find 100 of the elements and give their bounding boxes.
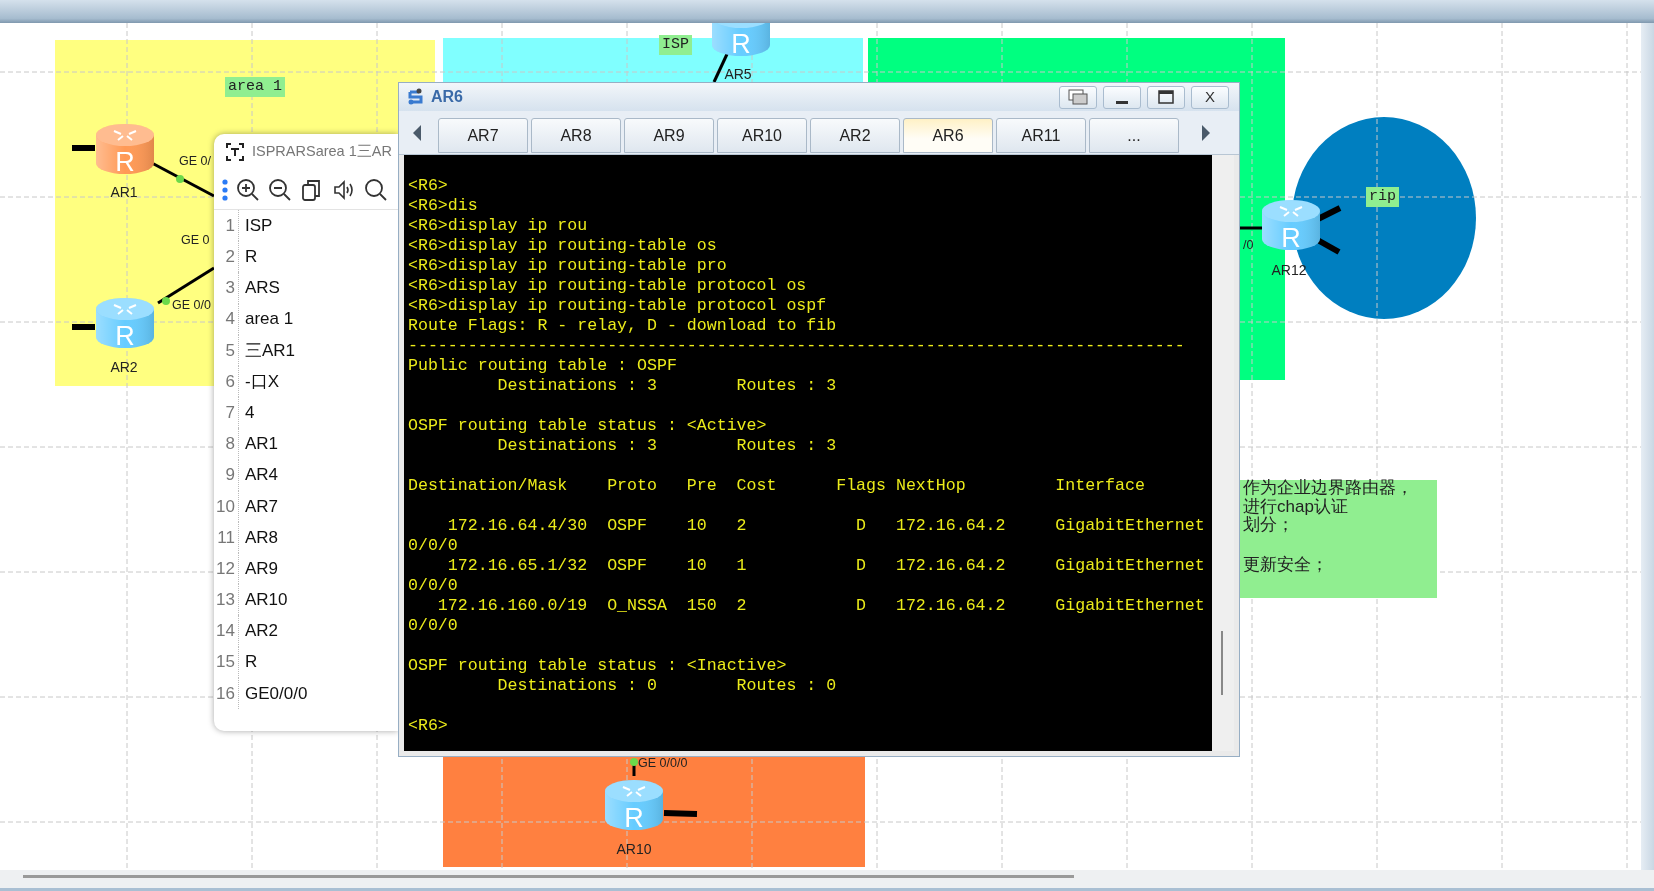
recognized-text-line: AR7 <box>244 495 279 518</box>
line-number: 11 <box>216 526 236 549</box>
device-tab[interactable]: ... <box>1089 118 1179 153</box>
port-label: GE 0/ <box>179 154 211 168</box>
console-line: <R6>display ip routing-table pro <box>408 256 727 276</box>
maximize-button[interactable] <box>1147 85 1185 109</box>
line-number: 14 <box>215 620 236 643</box>
recognized-text-line: AR1 <box>244 433 279 456</box>
console-line: Public routing table : OSPF <box>408 356 677 376</box>
line-number: 3 <box>224 277 236 300</box>
line-number: 13 <box>215 589 236 612</box>
area-label: rip <box>1366 187 1399 207</box>
close-button[interactable]: X <box>1191 85 1229 109</box>
console-line: 0/0/0 <box>408 536 458 556</box>
recognized-text-line: R <box>244 651 258 674</box>
line-number: 6 <box>224 370 236 393</box>
console-line: 172.16.160.0/19 O_NSSA 150 2 D 172.16.64.2 GigabitEthernet <box>436 596 1205 616</box>
port-label: GE 0/0 <box>172 298 211 312</box>
more-options-icon[interactable] <box>222 178 228 201</box>
console-line: 0/0/0 <box>408 616 458 636</box>
window-title: AR6 <box>431 87 463 107</box>
console-line: 0/0/0 <box>408 576 458 596</box>
console-line: OSPF routing table status : <Active> <box>408 416 767 436</box>
search-icon[interactable] <box>364 177 388 202</box>
device-tab[interactable]: AR6 <box>903 118 993 153</box>
line-number: 8 <box>224 433 236 456</box>
console-line: <R6>dis <box>408 196 478 216</box>
minimize-icon <box>1116 100 1128 104</box>
recognized-text-line: GE0/0/0 <box>244 682 308 705</box>
scrollbar-thumb[interactable] <box>1221 631 1223 695</box>
link-line <box>72 324 95 330</box>
note-text: 更新安全； <box>1243 555 1328 574</box>
recognized-text-line: AR10 <box>244 589 288 612</box>
router-label: AR10 <box>616 841 652 857</box>
link-line <box>1240 226 1262 230</box>
recognized-text-line: AR4 <box>244 464 279 487</box>
horizontal-scrollbar[interactable] <box>23 875 1074 878</box>
line-number: 15 <box>215 651 236 674</box>
recognized-text-line: 4 <box>244 401 255 424</box>
vertical-scrollbar[interactable] <box>1212 155 1234 751</box>
device-tab[interactable]: AR7 <box>438 118 528 153</box>
port-label: GE 0 <box>181 233 210 247</box>
scroll-right-icon[interactable] <box>1200 123 1212 142</box>
note-text: 划分； <box>1243 515 1294 534</box>
console-line: 172.16.65.1/32 OSPF 10 1 D 172.16.64.2 GigabitEthernet <box>446 556 1205 576</box>
zoom-out-icon[interactable] <box>268 177 292 202</box>
line-number: 9 <box>224 464 236 487</box>
port-dot <box>162 297 170 305</box>
recognized-text-line: 三AR1 <box>244 339 296 362</box>
console-line: <R6>display ip routing-table os <box>408 236 717 256</box>
port-dot <box>630 758 638 766</box>
speaker-icon[interactable] <box>332 177 356 202</box>
console-line: OSPF routing table status : <Inactive> <box>408 656 787 676</box>
console-line: Destination/Mask Proto Pre Cost Flags NextHop Interface <box>408 476 1145 496</box>
device-tab[interactable]: AR10 <box>717 118 807 153</box>
panel-title: ISPRARSarea 1三AR <box>252 142 392 162</box>
console-line: Destinations : 3 Routes : 3 <box>496 376 837 396</box>
recognized-text-line: AR8 <box>244 526 279 549</box>
console-line: Destinations : 0 Routes : 0 <box>496 676 837 696</box>
restore-button[interactable] <box>1059 85 1097 109</box>
console-line: <R6> <box>408 176 448 196</box>
recognized-text-line: area 1 <box>244 308 294 331</box>
console-line: Route Flags: R - relay, D - download to fib <box>408 316 837 336</box>
restore-icon <box>1068 89 1088 105</box>
router-label: AR1 <box>110 184 138 200</box>
area-label: ISP <box>659 35 692 55</box>
console-line: <R6>display ip routing-table protocol os <box>408 276 807 296</box>
device-tab[interactable]: AR8 <box>531 118 621 153</box>
line-number: 12 <box>215 557 236 580</box>
minimize-button[interactable] <box>1103 85 1141 109</box>
router-label: AR2 <box>110 359 138 375</box>
port-dot <box>176 175 184 183</box>
line-number: 4 <box>224 308 236 331</box>
line-number: 2 <box>224 246 236 269</box>
console-line: <R6> <box>408 716 448 736</box>
app-icon <box>407 88 425 106</box>
line-number: 5 <box>224 339 236 362</box>
device-tab[interactable]: AR2 <box>810 118 900 153</box>
area-label: area 1 <box>225 77 285 97</box>
note-text: 进行chap认证 <box>1243 497 1348 516</box>
recognized-text-line: ARS <box>244 277 280 300</box>
device-tab[interactable]: AR11 <box>996 118 1086 153</box>
port-label: /0 <box>1243 238 1254 252</box>
scroll-left-icon[interactable] <box>411 123 423 142</box>
zoom-in-icon[interactable] <box>236 177 260 202</box>
console-line: ------------------------------------------------------------------------------ <box>408 336 1185 356</box>
port-label: GE 0/0/0 <box>638 756 688 770</box>
recognized-text-line: -口X <box>244 370 279 393</box>
link-line <box>72 145 95 151</box>
recognized-text-line: R <box>244 246 258 269</box>
recognized-text-line: AR2 <box>244 620 279 643</box>
maximize-icon <box>1158 90 1174 104</box>
router-label: AR5 <box>724 66 752 82</box>
console-line: 172.16.64.4/30 OSPF 10 2 D 172.16.64.2 GigabitEthernet <box>446 516 1205 536</box>
device-tab[interactable]: AR9 <box>624 118 714 153</box>
text-scan-icon[interactable] <box>226 143 244 161</box>
console-line: <R6>display ip rou <box>408 216 588 236</box>
console-line: <R6>display ip routing-table protocol ospf <box>408 296 827 316</box>
link-line <box>663 810 698 817</box>
line-number: 1 <box>224 214 236 237</box>
